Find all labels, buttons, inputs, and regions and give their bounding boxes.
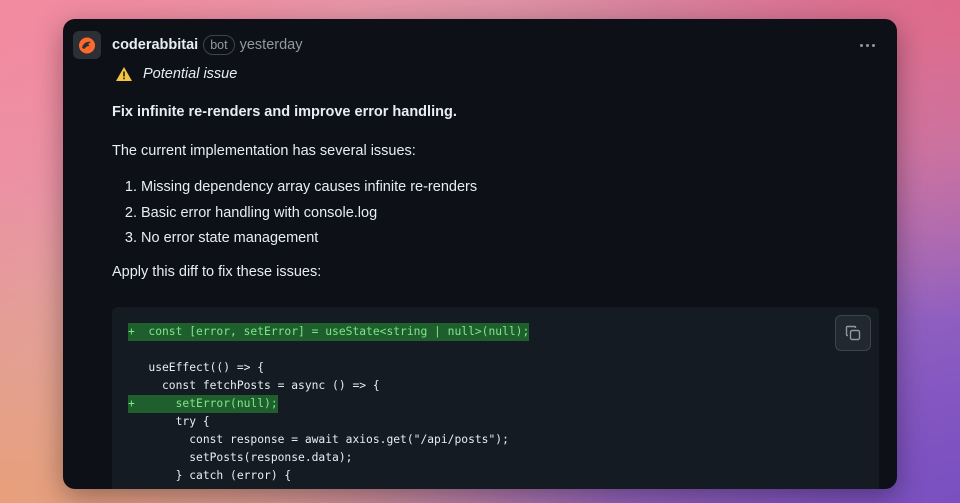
issue-tag: Potential issue — [115, 63, 879, 85]
kebab-menu-icon[interactable] — [855, 35, 879, 55]
list-item: Basic error handling with console.log — [141, 202, 879, 224]
apply-diff-text: Apply this diff to fix these issues: — [112, 264, 322, 280]
added-line: + const [error, setError] = useState<str… — [128, 323, 530, 341]
coderabbit-logo-icon[interactable] — [73, 31, 101, 59]
code-block: + const [error, setError] = useState<str… — [112, 307, 879, 489]
comment-timestamp[interactable]: yesterday — [240, 37, 303, 53]
code-line: setPosts(response.data); — [128, 451, 353, 464]
code-line: useEffect(() => { — [128, 361, 265, 374]
code-line: try { — [128, 415, 210, 428]
menu-dot — [859, 43, 863, 47]
comment-body: Potential issue Fix infinite re-renders … — [112, 63, 879, 283]
list-item: No error state management — [141, 227, 879, 249]
code-content: + const [error, setError] = useState<str… — [128, 323, 530, 485]
warning-icon — [116, 67, 132, 81]
code-line: const fetchPosts = async () => { — [128, 379, 380, 392]
code-line: + const [error, setError] = useState<str… — [128, 323, 530, 341]
issue-label: Potential issue — [143, 66, 238, 82]
bot-badge: bot — [203, 35, 235, 55]
comment-header: coderabbitai bot yesterday — [112, 34, 302, 56]
list-item: Missing dependency array causes infinite… — [141, 176, 879, 198]
comment-intro: The current implementation has several i… — [112, 143, 416, 159]
menu-dot — [865, 43, 869, 47]
code-line: + setError(null); — [128, 395, 529, 413]
author-name[interactable]: coderabbitai — [112, 37, 198, 53]
code-line: const response = await axios.get("/api/p… — [128, 433, 509, 446]
comment-card: coderabbitai bot yesterday Potential iss… — [63, 19, 897, 489]
added-line: + setError(null); — [128, 395, 278, 413]
issue-list: Missing dependency array causes infinite… — [112, 176, 879, 249]
comment-summary: Fix infinite re-renders and improve erro… — [112, 104, 457, 120]
menu-dot — [871, 43, 875, 47]
copy-button[interactable] — [835, 315, 871, 351]
copy-icon — [845, 325, 861, 341]
code-line: } catch (error) { — [128, 469, 292, 482]
